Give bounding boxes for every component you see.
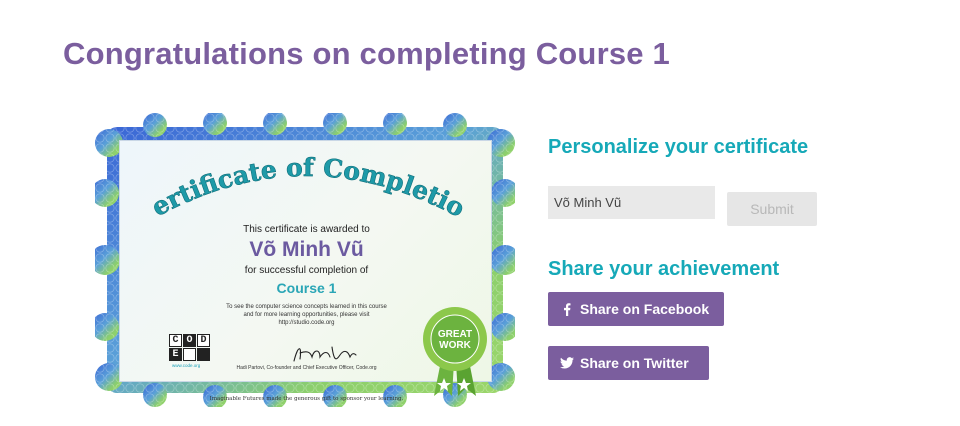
certificate-heading: Certificate of Completion — [120, 141, 470, 223]
facebook-icon — [560, 302, 574, 316]
awarded-text: This certificate is awarded to — [243, 224, 370, 235]
page-title: Congratulations on completing Course 1 — [63, 36, 670, 71]
course-name: Course 1 — [276, 280, 337, 296]
recipient-name: Võ Minh Vũ — [249, 238, 364, 261]
great-work-badge: GREAT WORK — [423, 307, 487, 396]
certificate-image: Certificate of Completion This certifica… — [95, 113, 515, 407]
logo-letter-o: O — [183, 334, 196, 347]
certificate-body: Certificate of Completion This certifica… — [119, 140, 492, 402]
personalize-heading: Personalize your certificate — [548, 136, 809, 158]
share-twitter-button[interactable]: Share on Twitter — [548, 346, 709, 380]
twitter-icon — [560, 356, 574, 370]
logo-letter-c: C — [169, 334, 182, 347]
certificate-heading-art: Certificate of Completion — [120, 141, 470, 223]
logo-letter-e: E — [169, 348, 182, 361]
logo-letter-d: D — [197, 334, 210, 347]
name-input[interactable] — [548, 186, 715, 219]
svg-text:Certificate of Completion: Certificate of Completion — [120, 141, 470, 223]
share-facebook-button[interactable]: Share on Facebook — [548, 292, 724, 326]
signature-image — [293, 346, 357, 362]
logo-cell-blank-2 — [197, 348, 210, 361]
completion-text: for successful completion of — [244, 265, 369, 276]
badge-work: WORK — [439, 340, 471, 351]
badge-great: GREAT — [438, 329, 472, 340]
code-org-logo: C O D E www.code.org — [169, 334, 213, 368]
share-facebook-label: Share on Facebook — [580, 301, 710, 317]
share-twitter-label: Share on Twitter — [580, 355, 689, 371]
share-heading: Share your achievement — [548, 258, 780, 280]
submit-button[interactable]: Submit — [727, 192, 817, 226]
logo-cell-blank-1 — [183, 348, 196, 361]
